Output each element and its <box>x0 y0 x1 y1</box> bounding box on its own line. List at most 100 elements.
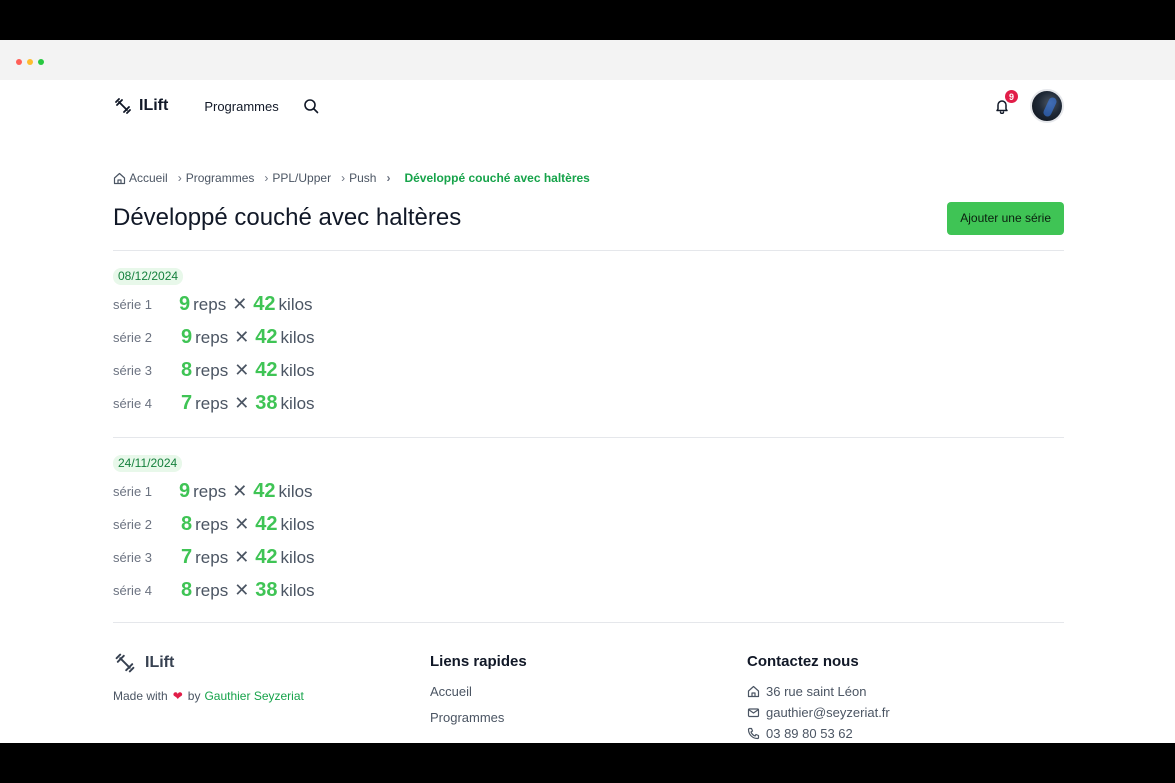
session-2: 24/11/2024 série 1 9 reps ✕ 42 kilos sér… <box>113 438 1064 607</box>
browser-chrome <box>0 40 1175 80</box>
minimize-window-dot[interactable] <box>27 59 33 65</box>
set-values: 7 reps ✕ 42 kilos <box>181 546 315 569</box>
contact-email[interactable]: gauthier@seyzeriat.fr <box>747 705 1064 720</box>
set-values: 8 reps ✕ 42 kilos <box>181 359 315 382</box>
times-icon: ✕ <box>234 580 250 600</box>
set-row: série 1 9 reps ✕ 42 kilos <box>113 475 1064 508</box>
brand-logo-link[interactable]: ILift <box>113 96 168 116</box>
breadcrumb: Accueil › Programmes › PPL/Upper › Push › Dé… <box>113 170 1064 186</box>
close-window-dot[interactable] <box>16 59 22 65</box>
footer-link-accueil[interactable]: Accueil <box>430 684 747 699</box>
reps-unit: reps <box>195 361 229 380</box>
set-values: 9 reps ✕ 42 kilos <box>179 293 313 316</box>
reps-unit: reps <box>193 482 227 501</box>
weight-value: 42 <box>253 480 276 502</box>
notification-badge: 9 <box>1005 90 1018 103</box>
set-label: série 1 <box>113 484 153 499</box>
contact-phone[interactable]: 03 89 80 53 62 <box>747 726 1064 741</box>
maximize-window-dot[interactable] <box>38 59 44 65</box>
set-values: 8 reps ✕ 38 kilos <box>181 579 315 602</box>
reps-unit: reps <box>193 295 227 314</box>
by-text: by <box>187 689 201 703</box>
times-icon: ✕ <box>234 514 250 534</box>
title-row: Développé couché avec haltères Ajouter u… <box>113 198 1064 238</box>
session-date: 08/12/2024 <box>113 268 184 285</box>
set-row: série 3 7 reps ✕ 42 kilos <box>113 541 1064 574</box>
weight-value: 42 <box>255 359 278 381</box>
footer-brand[interactable]: ILift <box>113 651 430 675</box>
weight-value: 42 <box>253 293 276 315</box>
footer: ILift Made with ❤ by Gauthier Seyzeriat … <box>113 623 1064 741</box>
breadcrumb-label: PPL/Upper <box>272 171 332 185</box>
chevron-right-icon: › <box>341 171 346 185</box>
breadcrumb-push[interactable]: › Push <box>331 171 376 185</box>
set-values: 9 reps ✕ 42 kilos <box>179 480 313 503</box>
breadcrumb-ppl-upper[interactable]: › PPL/Upper <box>254 171 331 185</box>
made-with-credit: Made with ❤ by Gauthier Seyzeriat <box>113 689 430 703</box>
address-text: 36 rue saint Léon <box>766 684 867 699</box>
weight-unit: kilos <box>280 328 315 347</box>
set-label: série 1 <box>113 297 153 312</box>
reps-value: 9 <box>179 293 191 315</box>
times-icon: ✕ <box>234 393 250 413</box>
breadcrumb-home[interactable]: Accueil <box>113 171 168 185</box>
heart-icon: ❤ <box>172 689 183 703</box>
mail-icon <box>747 708 760 718</box>
footer-links-title: Liens rapides <box>430 653 527 670</box>
footer-link-programmes[interactable]: Programmes <box>430 710 747 725</box>
set-label: série 2 <box>113 330 153 345</box>
reps-unit: reps <box>195 515 229 534</box>
chevron-right-icon: › <box>177 171 182 185</box>
set-label: série 3 <box>113 363 153 378</box>
reps-value: 9 <box>179 480 191 502</box>
set-label: série 2 <box>113 517 153 532</box>
session-date: 24/11/2024 <box>113 455 183 472</box>
set-label: série 4 <box>113 396 153 411</box>
times-icon: ✕ <box>234 360 250 380</box>
weight-value: 38 <box>255 579 278 601</box>
reps-value: 8 <box>181 513 193 535</box>
phone-text: 03 89 80 53 62 <box>766 726 853 741</box>
search-button[interactable] <box>303 98 319 114</box>
reps-value: 8 <box>181 579 193 601</box>
reps-unit: reps <box>195 548 229 567</box>
notifications-button[interactable]: 9 <box>992 90 1018 116</box>
page-content: ILift Programmes 9 Accueil › Programmes … <box>113 80 1064 741</box>
breadcrumb-label: Push <box>349 171 377 185</box>
user-avatar[interactable] <box>1030 89 1064 123</box>
weight-value: 42 <box>255 326 278 348</box>
times-icon: ✕ <box>234 327 250 347</box>
weight-value: 42 <box>255 546 278 568</box>
weight-value: 42 <box>255 513 278 535</box>
nav-link-programmes[interactable]: Programmes <box>204 99 278 114</box>
footer-brand-name: ILift <box>145 654 175 671</box>
weight-unit: kilos <box>278 295 313 314</box>
dumbbell-logo-icon <box>115 653 135 673</box>
reps-value: 7 <box>181 546 193 568</box>
set-label: série 4 <box>113 583 153 598</box>
set-label: série 3 <box>113 550 153 565</box>
set-row: série 3 8 reps ✕ 42 kilos <box>113 354 1064 387</box>
set-row: série 2 9 reps ✕ 42 kilos <box>113 321 1064 354</box>
breadcrumb-label: Programmes <box>185 171 255 185</box>
footer-contact-title: Contactez nous <box>747 653 859 670</box>
breadcrumb-current: › Développé couché avec haltères <box>376 171 589 185</box>
breadcrumb-programmes[interactable]: › Programmes <box>168 171 255 185</box>
weight-unit: kilos <box>280 581 315 600</box>
made-with-text: Made with <box>113 689 168 703</box>
reps-value: 9 <box>181 326 193 348</box>
set-values: 8 reps ✕ 42 kilos <box>181 513 315 536</box>
reps-unit: reps <box>195 328 229 347</box>
footer-contact-column: Contactez nous 36 rue saint Léon gauthie… <box>747 649 1064 741</box>
add-set-button[interactable]: Ajouter une série <box>947 201 1064 235</box>
author-link[interactable]: Gauthier Seyzeriat <box>204 689 303 703</box>
set-values: 7 reps ✕ 38 kilos <box>181 392 315 415</box>
set-values: 9 reps ✕ 42 kilos <box>181 326 315 349</box>
weight-unit: kilos <box>280 515 315 534</box>
times-icon: ✕ <box>234 547 250 567</box>
set-row: série 2 8 reps ✕ 42 kilos <box>113 508 1064 541</box>
footer-brand-column: ILift Made with ❤ by Gauthier Seyzeriat <box>113 649 430 741</box>
weight-unit: kilos <box>280 361 315 380</box>
page-title: Développé couché avec haltères <box>113 204 462 231</box>
footer-links-column: Liens rapides Accueil Programmes <box>430 649 747 741</box>
